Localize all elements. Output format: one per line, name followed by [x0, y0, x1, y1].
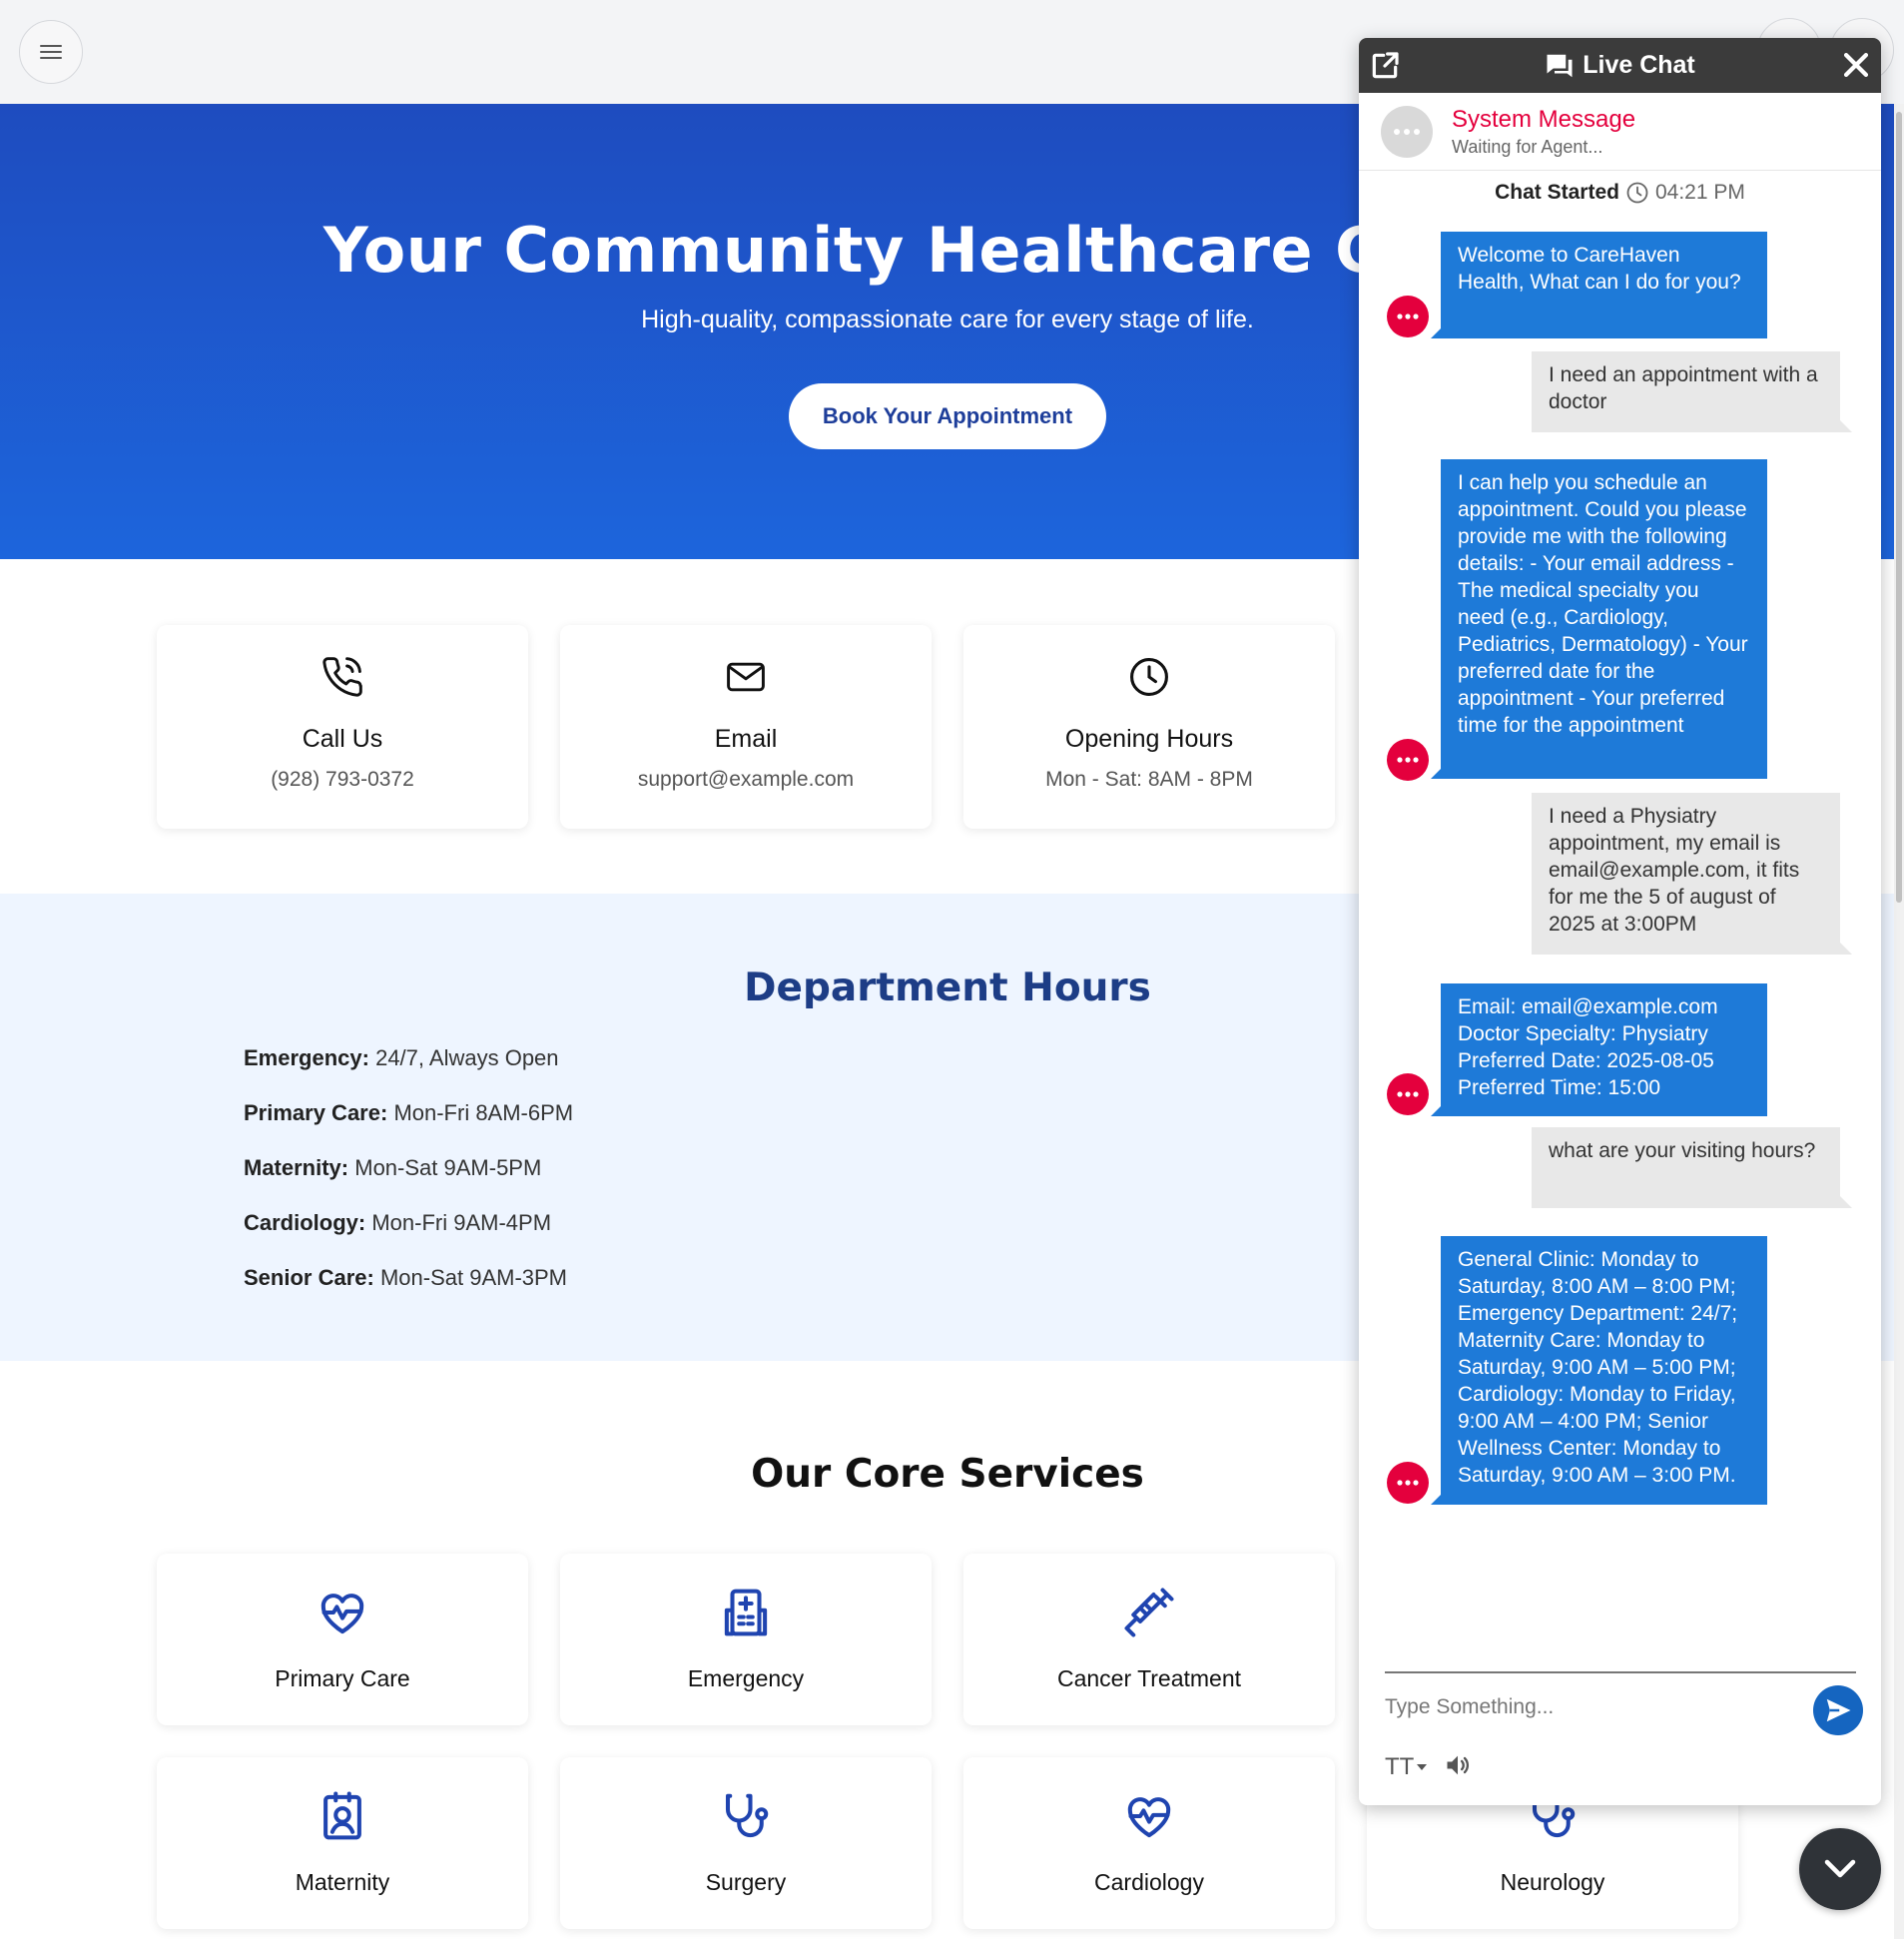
- contact-card-value: (928) 793-0372: [271, 768, 414, 791]
- chat-input-divider: [1385, 1671, 1856, 1673]
- typing-dots-icon: [1397, 1091, 1419, 1097]
- bot-avatar: [1387, 739, 1429, 781]
- scroll-down-button[interactable]: [1799, 1828, 1881, 1910]
- chat-title: Live Chat: [1359, 38, 1881, 93]
- bot-message: Welcome to CareHaven Health, What can I …: [1431, 232, 1767, 338]
- service-label: Surgery: [705, 1869, 787, 1895]
- bot-message: General Clinic: Monday to Saturday, 8:00…: [1431, 1236, 1767, 1505]
- service-label: Cardiology: [1094, 1869, 1204, 1895]
- department-name: Maternity:: [244, 1155, 349, 1180]
- page-scrollbar-thumb[interactable]: [1896, 112, 1902, 903]
- caret-down-icon: [1417, 1764, 1428, 1770]
- service-card-emergency[interactable]: Emergency: [560, 1554, 932, 1725]
- service-label: Primary Care: [275, 1665, 410, 1691]
- chat-close-button[interactable]: [1839, 48, 1873, 87]
- hamburger-icon: [40, 45, 62, 59]
- typing-dots-icon: [1394, 129, 1420, 135]
- chat-bubbles-icon: [1547, 54, 1573, 77]
- department-name: Senior Care:: [244, 1265, 374, 1290]
- department-name: Primary Care:: [244, 1100, 388, 1125]
- clock-icon: [1626, 182, 1648, 204]
- live-chat-widget: Live Chat System Message Waiting for Age…: [1359, 38, 1881, 1805]
- chat-started-time: 04:21 PM: [1654, 181, 1745, 204]
- department-hours-row: Emergency: 24/7, Always Open: [244, 1045, 559, 1071]
- contact-card-value: Mon - Sat: 8AM - 8PM: [1045, 768, 1253, 791]
- syringe-icon: [1124, 1588, 1174, 1637]
- department-hours: Mon-Fri 8AM-6PM: [393, 1100, 574, 1125]
- department-hours: Mon-Sat 9AM-3PM: [379, 1265, 568, 1290]
- service-label: Emergency: [687, 1665, 805, 1691]
- department-name: Emergency:: [244, 1045, 369, 1070]
- service-card-maternity[interactable]: Maternity: [157, 1757, 528, 1929]
- id-badge-icon: [323, 1791, 361, 1840]
- chat-header: Live Chat: [1359, 38, 1881, 93]
- hospital-icon: [724, 1589, 768, 1636]
- department-hours-row: Senior Care: Mon-Sat 9AM-3PM: [244, 1265, 567, 1291]
- bot-message: Email: email@example.com Doctor Specialt…: [1431, 983, 1767, 1116]
- department-hours-row: Maternity: Mon-Sat 9AM-5PM: [244, 1155, 541, 1181]
- agent-avatar: [1381, 106, 1433, 158]
- chat-started-label: Chat Started: [1495, 181, 1619, 204]
- user-message: I need a Physiatry appointment, my email…: [1532, 793, 1852, 955]
- department-hours-row: Cardiology: Mon-Fri 9AM-4PM: [244, 1210, 551, 1236]
- mail-icon: [727, 662, 765, 692]
- send-icon: [1826, 1698, 1851, 1722]
- clock-icon: [1130, 658, 1168, 696]
- service-card-cancer-treatment[interactable]: Cancer Treatment: [963, 1554, 1335, 1725]
- bot-avatar: [1387, 296, 1429, 337]
- department-hours: Mon-Fri 9AM-4PM: [371, 1210, 552, 1235]
- speaker-icon: [1447, 1755, 1470, 1775]
- contact-card-title: Opening Hours: [1064, 725, 1234, 753]
- contact-card-email: Email support@example.com: [560, 625, 932, 829]
- close-icon: [1843, 52, 1869, 78]
- heart-pulse-icon: [320, 1594, 364, 1634]
- phone-icon: [322, 657, 362, 697]
- bot-message: I can help you schedule an appointment. …: [1431, 459, 1767, 779]
- bot-avatar: [1387, 1073, 1429, 1115]
- chevron-down-icon: [1824, 1859, 1856, 1878]
- send-button[interactable]: [1813, 1685, 1863, 1735]
- service-label: Neurology: [1500, 1869, 1605, 1895]
- contact-card-hours: Opening Hours Mon - Sat: 8AM - 8PM: [963, 625, 1335, 829]
- font-size-label: TT: [1385, 1753, 1415, 1780]
- typing-dots-icon: [1397, 1480, 1419, 1486]
- contact-card-call: Call Us (928) 793-0372: [157, 625, 528, 829]
- service-label: Cancer Treatment: [1056, 1665, 1242, 1691]
- chat-title-label: Live Chat: [1583, 51, 1695, 79]
- sound-toggle-button[interactable]: [1443, 1751, 1473, 1784]
- typing-dots-icon: [1397, 757, 1419, 763]
- department-hours: 24/7, Always Open: [375, 1045, 559, 1070]
- agent-status: Waiting for Agent...: [1452, 137, 1603, 157]
- contact-card-value: support@example.com: [637, 768, 855, 791]
- bot-avatar: [1387, 1462, 1429, 1504]
- service-card-surgery[interactable]: Surgery: [560, 1757, 932, 1929]
- department-hours-row: Primary Care: Mon-Fri 8AM-6PM: [244, 1100, 573, 1126]
- contact-card-title: Call Us: [302, 725, 383, 753]
- contact-card-title: Email: [714, 725, 778, 753]
- agent-status-bar: System Message Waiting for Agent...: [1359, 93, 1881, 171]
- service-label: Maternity: [295, 1869, 390, 1895]
- book-appointment-button[interactable]: Book Your Appointment: [789, 383, 1106, 449]
- user-message: what are your visiting hours?: [1532, 1127, 1852, 1208]
- font-size-button[interactable]: TT: [1385, 1753, 1428, 1781]
- typing-dots-icon: [1397, 314, 1419, 320]
- department-name: Cardiology:: [244, 1210, 366, 1235]
- stethoscope-icon: [725, 1793, 769, 1838]
- user-message: I need an appointment with a doctor: [1532, 351, 1852, 432]
- chat-started-line: Chat Started 04:21 PM: [1359, 181, 1881, 205]
- service-card-primary-care[interactable]: Primary Care: [157, 1554, 528, 1725]
- agent-name: System Message: [1452, 106, 1636, 133]
- department-hours: Mon-Sat 9AM-5PM: [354, 1155, 542, 1180]
- service-card-cardiology[interactable]: Cardiology: [963, 1757, 1335, 1929]
- menu-button[interactable]: [19, 20, 83, 84]
- heart-pulse-icon: [1127, 1797, 1171, 1838]
- chat-message-input[interactable]: [1385, 1687, 1804, 1727]
